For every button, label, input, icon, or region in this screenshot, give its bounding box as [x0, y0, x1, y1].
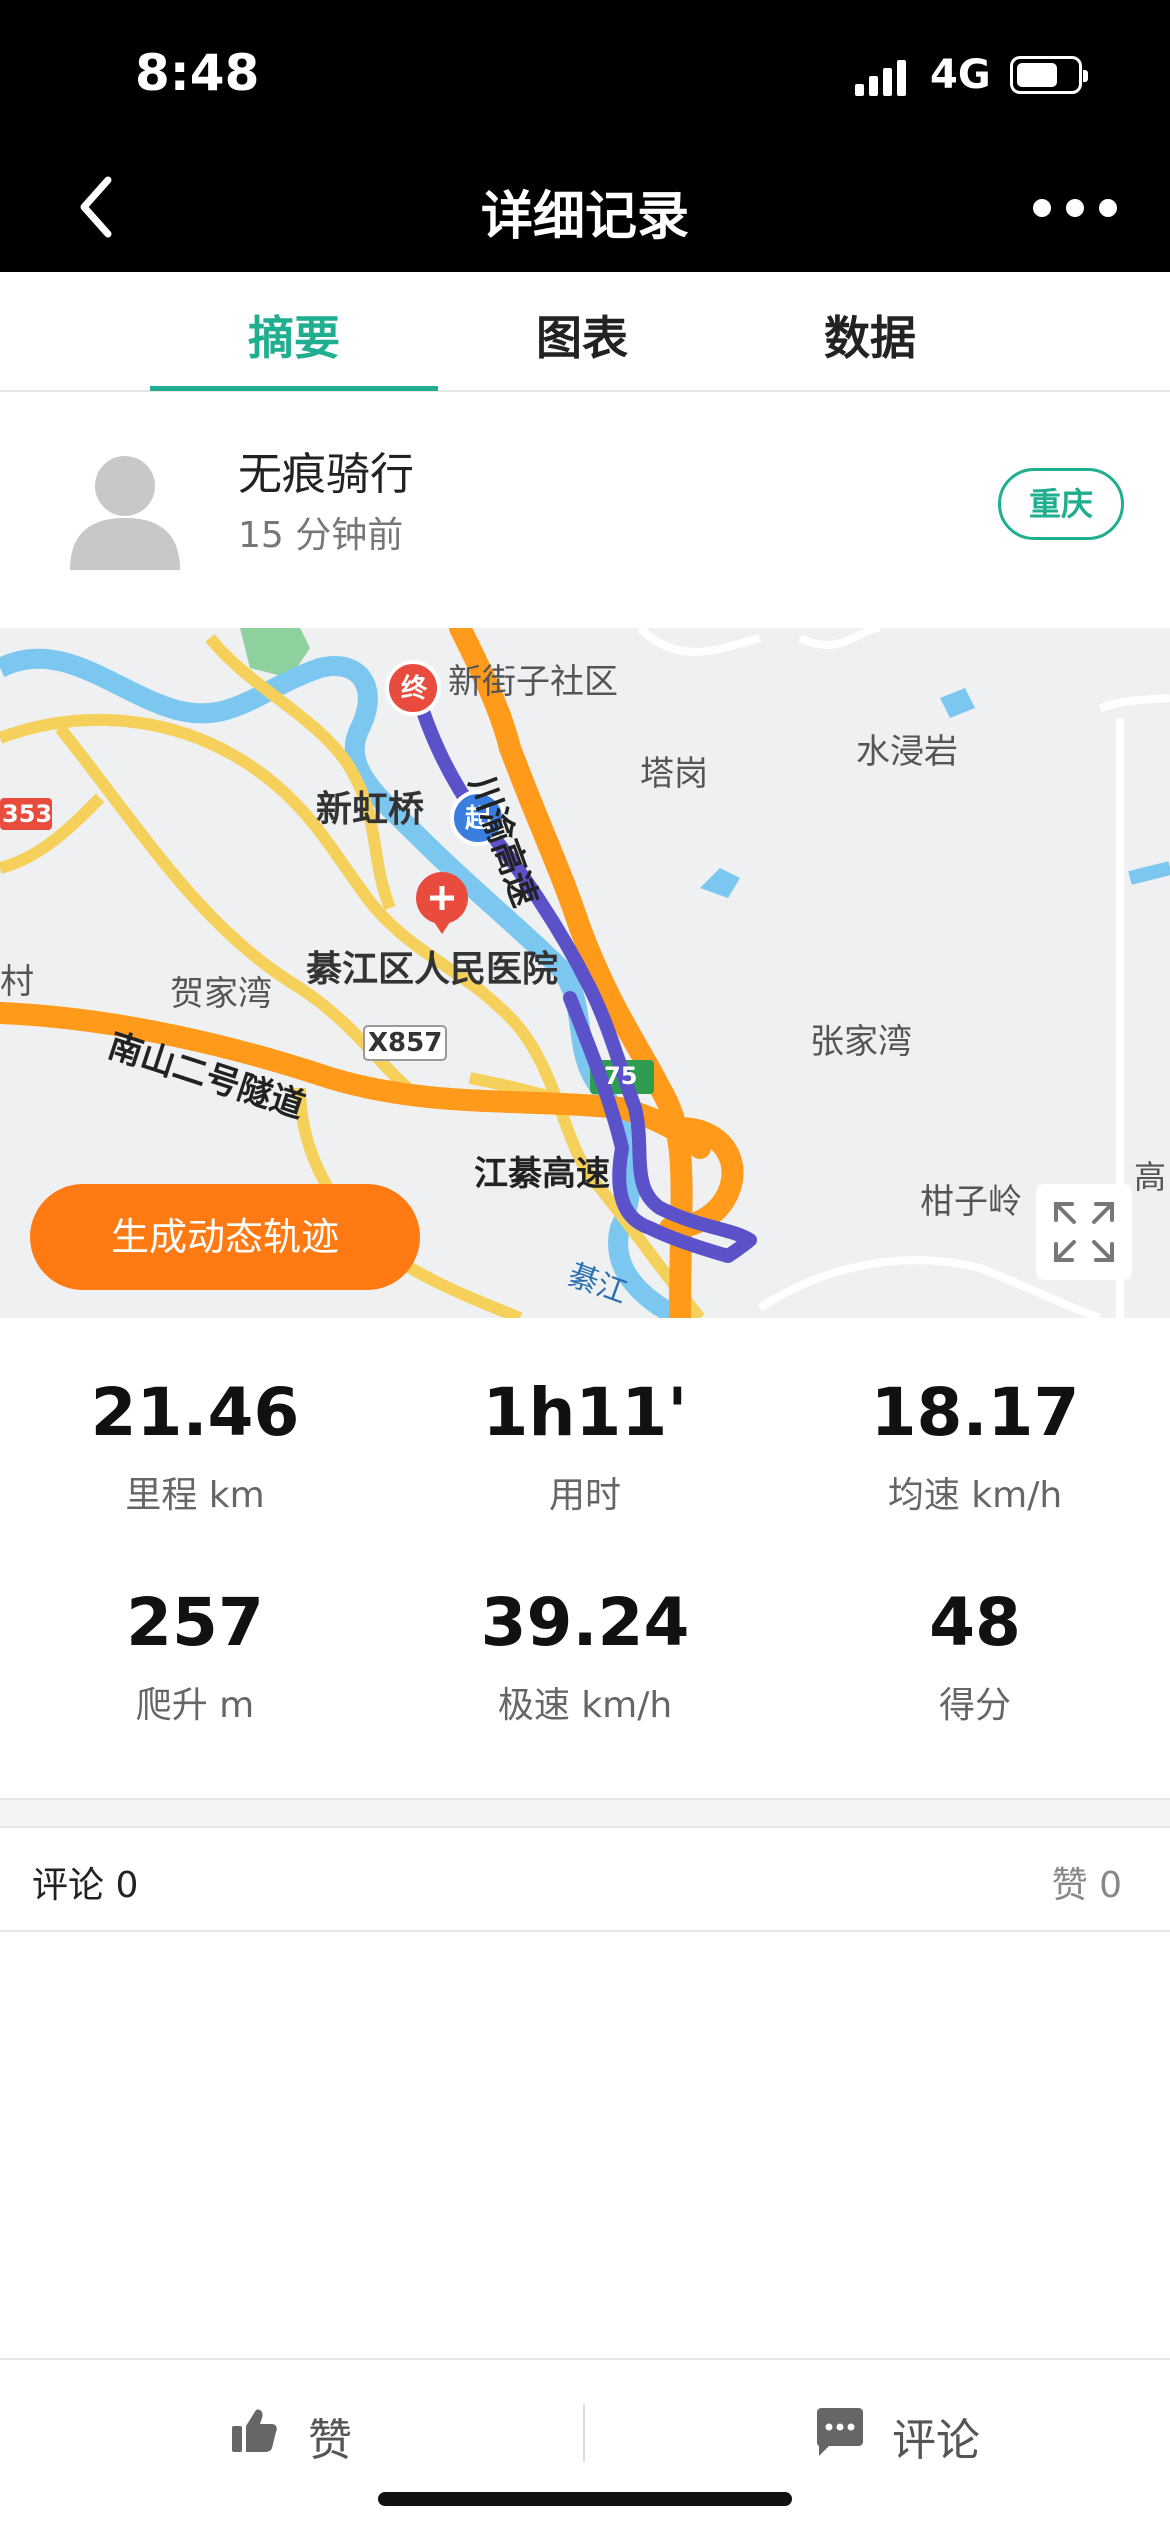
map-label: 贺家湾: [170, 974, 272, 1014]
map-label: 柑子岭: [920, 1182, 1022, 1222]
map-label: 高: [1134, 1158, 1167, 1196]
bar-separator: [583, 2404, 585, 2462]
duration-value: 1h11': [482, 1374, 688, 1451]
tab-summary[interactable]: 摘要: [150, 302, 438, 368]
map-label: X857: [368, 1028, 443, 1058]
comment-icon[interactable]: [815, 2408, 865, 2456]
comment-count: 评论 0: [32, 1865, 139, 1906]
end-marker: 终: [400, 674, 427, 704]
network-type: 4G: [930, 52, 991, 98]
avg-speed-value: 18.17: [870, 1374, 1080, 1451]
record-time: 15 分钟前: [238, 515, 404, 556]
avg-speed-label: 均速 km/h: [887, 1475, 1063, 1516]
map-label: 水浸岩: [856, 732, 958, 772]
like-button[interactable]: 赞: [308, 2404, 352, 2468]
tab-charts[interactable]: 图表: [438, 302, 726, 368]
tab-bar: 摘要 图表 数据: [0, 272, 1170, 392]
city-badge: 重庆: [998, 468, 1124, 540]
distance-label: 里程 km: [125, 1475, 265, 1516]
expand-map-icon[interactable]: [1036, 1184, 1132, 1280]
avatar[interactable]: [70, 448, 180, 570]
thumbs-up-icon[interactable]: [230, 2406, 278, 2454]
map-label: 村: [0, 962, 34, 1002]
max-speed-value: 39.24: [480, 1584, 690, 1661]
battery-icon: [1010, 56, 1088, 94]
climb-label: 爬升 m: [135, 1685, 255, 1726]
page-title: 详细记录: [480, 187, 689, 247]
road-shield: 75: [604, 1062, 638, 1090]
map-label: 新街子社区: [448, 662, 618, 702]
climb-value: 257: [126, 1584, 264, 1661]
signal-icon: [855, 60, 906, 96]
duration-label: 用时: [548, 1475, 621, 1516]
road-shield: 353: [2, 800, 53, 828]
score-label: 得分: [938, 1685, 1011, 1726]
max-speed-label: 极速 km/h: [497, 1685, 673, 1726]
status-time: 8:48: [135, 44, 260, 102]
divider: [0, 1930, 1170, 1932]
home-indicator: [378, 2492, 792, 2506]
tab-data[interactable]: 数据: [726, 302, 1014, 368]
score-value: 48: [929, 1584, 1021, 1661]
more-icon[interactable]: [1030, 198, 1150, 218]
map-label: 江綦高速: [474, 1154, 610, 1194]
top-bar: 8:48 4G 详细记录: [0, 0, 1170, 272]
map-label: 张家湾: [810, 1022, 912, 1062]
map-label: 綦江区人民医院: [306, 949, 559, 990]
map-label: 新虹桥: [316, 789, 425, 830]
section-divider: [0, 1798, 1170, 1828]
like-count: 赞 0: [1051, 1865, 1122, 1906]
distance-value: 21.46: [90, 1374, 300, 1451]
map-label: 塔岗: [640, 754, 708, 794]
active-tab-indicator: [150, 386, 438, 391]
comment-button[interactable]: 评论: [892, 2404, 980, 2468]
generate-dynamic-track-button[interactable]: 生成动态轨迹: [30, 1184, 420, 1290]
user-name: 无痕骑行: [238, 449, 414, 500]
